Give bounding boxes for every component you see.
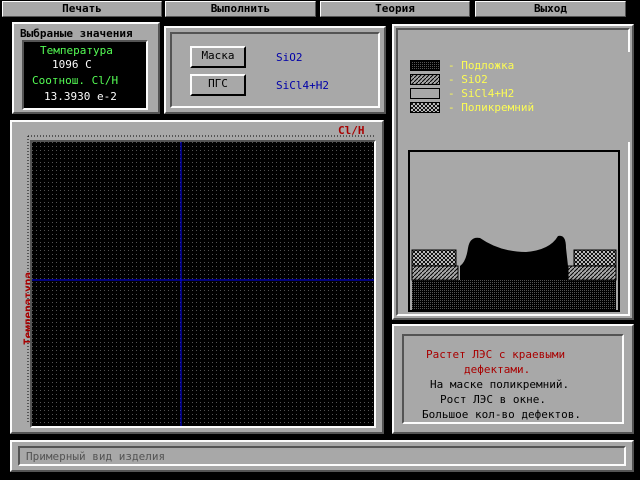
- temperature-label: Температура: [40, 44, 113, 57]
- legend-item-substrate: - Подложка: [410, 59, 514, 74]
- message-line-3: На маске поликремний.: [430, 378, 570, 391]
- print-button[interactable]: Печать: [2, 1, 162, 17]
- params-inner: Маска SiO2 ПГС SiCl4+H2: [170, 32, 380, 108]
- structure-inner: - Подложка - SiO2 - SiCl4+H2 - Поликремн…: [396, 28, 630, 316]
- oxide-left: [411, 265, 459, 281]
- cross-section-drawing: [411, 235, 617, 310]
- status-field: Примерный вид изделия: [18, 446, 626, 466]
- legend-swatch-hatch: [410, 74, 440, 85]
- message-line-5: Большое кол-во дефектов.: [422, 408, 581, 421]
- message-inner: Растет ЛЭС с краевыми дефектами. На маск…: [402, 334, 624, 424]
- plot-area[interactable]: [30, 140, 376, 428]
- pgs-value: SiCl4+H2: [276, 79, 329, 92]
- epitaxial-layer: [460, 235, 568, 280]
- mask-value: SiO2: [276, 51, 303, 64]
- legend-swatch-dense: [410, 60, 440, 71]
- poly-right: [573, 249, 617, 267]
- message-line-4: Рост ЛЭС в окне.: [440, 393, 546, 406]
- legend-label-sio2: - SiO2: [448, 73, 488, 86]
- cross-section-view: [408, 150, 620, 312]
- status-text: Примерный вид изделия: [26, 450, 166, 463]
- params-panel: Маска SiO2 ПГС SiCl4+H2: [164, 26, 386, 114]
- legend-item-sio2: - SiO2: [410, 73, 488, 88]
- structure-panel: - Подложка - SiO2 - SiCl4+H2 - Поликремн…: [392, 24, 634, 320]
- run-button[interactable]: Выполнить: [165, 1, 316, 17]
- legend-label-substrate: - Подложка: [448, 59, 515, 72]
- temperature-value: 1096 C: [52, 58, 92, 71]
- oxide-right: [567, 265, 617, 281]
- legend-swatch-empty: [410, 88, 440, 99]
- ratio-value: 13.3930 e-2: [44, 90, 117, 103]
- legend-item-gas: - SiCl4+H2: [410, 87, 514, 102]
- poly-left: [411, 249, 457, 267]
- selected-values-panel: Выбраные значения Температура 1096 C Соо…: [12, 22, 160, 114]
- substrate-layer: [412, 280, 616, 310]
- pgs-button[interactable]: ПГС: [190, 74, 246, 96]
- ratio-label: Соотнош. Cl/H: [32, 74, 119, 87]
- message-line-2: дефектами.: [464, 363, 531, 376]
- theory-button[interactable]: Теория: [320, 1, 470, 17]
- legend: - Подложка - SiO2 - SiCl4+H2 - Поликремн…: [398, 52, 630, 142]
- plot-grid: [32, 142, 374, 426]
- selected-values-display: Температура 1096 C Соотнош. Cl/H 13.3930…: [22, 40, 148, 110]
- mask-button[interactable]: Маска: [190, 46, 246, 68]
- legend-label-gas: - SiCl4+H2: [448, 87, 515, 100]
- message-panel: Растет ЛЭС с краевыми дефектами. На маск…: [392, 324, 634, 434]
- exit-button[interactable]: Выход: [475, 1, 626, 17]
- selected-values-title: Выбраные значения: [20, 27, 133, 40]
- status-bar: Примерный вид изделия: [10, 440, 634, 472]
- legend-label-polysilicon: - Поликремний: [448, 101, 535, 114]
- plot-panel: Cl/H Температура: [10, 120, 384, 434]
- x-axis-label: Cl/H: [338, 124, 365, 137]
- legend-item-polysilicon: - Поликремний: [410, 101, 534, 116]
- legend-swatch-cross: [410, 102, 440, 113]
- message-line-1: Растет ЛЭС с краевыми: [426, 348, 566, 361]
